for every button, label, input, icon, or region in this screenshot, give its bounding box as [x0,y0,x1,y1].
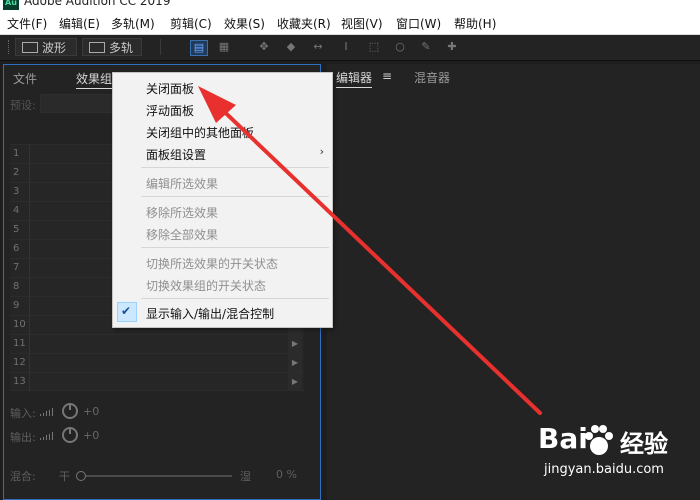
baidu-jingyan-watermark: Bai 经验 jingyan.baidu.com [538,418,688,488]
menu-view[interactable]: 视图(V) [341,15,383,32]
panel-menu-icon[interactable]: ≡ [382,69,392,83]
output-label: 输出: [10,431,36,444]
output-gain-value: +0 [83,429,100,442]
menu-window[interactable]: 窗口(W) [396,15,441,32]
multitrack-view-button[interactable]: 多轨 [82,38,142,56]
check-mark-icon: ✔ [117,302,137,322]
menu-separator [141,196,329,197]
menu-item-show-io-mix-controls[interactable]: 显示输入/输出/混合控制 [146,305,274,322]
watermark-url: jingyan.baidu.com [544,462,664,477]
panel-context-menu: 关闭面板 浮动面板 关闭组中的其他面板 面板组设置 › 编辑所选效果 移除所选效… [112,72,333,328]
slot-menu-arrow-icon[interactable]: ▶ [288,335,302,353]
output-meter-icon [40,432,54,440]
menu-item-panel-group-settings[interactable]: 面板组设置 [146,146,206,163]
toolbar-divider [160,39,161,55]
mix-value: 0 % [276,468,297,481]
baidu-paw-icon [585,425,613,455]
lasso-tool-icon[interactable]: ○ [392,40,408,54]
rack-slot[interactable]: 12 ▶ [10,353,304,372]
toolbar: 波形 多轨 ▤ ▦ ✥ ◆ ↔ I ⬚ ○ ✎ ✚ [0,35,700,61]
time-selection-icon[interactable]: I [338,40,354,54]
mix-label: 混合: [10,470,36,483]
menu-favorites[interactable]: 收藏夹(R) [277,15,331,32]
razor-tool-icon[interactable]: ◆ [283,40,299,54]
preset-label: 预设: [10,99,36,112]
rack-slot[interactable]: 13 ▶ [10,372,304,391]
mix-dry-label: 干 [59,470,70,483]
watermark-brand-left: Bai [538,422,588,455]
input-meter-icon [40,408,54,416]
mix-slider-track[interactable] [80,475,232,477]
menu-item-close-panel[interactable]: 关闭面板 [146,80,194,97]
marquee-tool-icon[interactable]: ⬚ [366,40,382,54]
tab-effects-rack[interactable]: 效果组 [76,70,113,89]
spectral-pitch-icon[interactable]: ▦ [216,40,232,54]
watermark-brand-right: 经验 [620,430,668,458]
tab-mixer[interactable]: 混音器 [414,69,450,86]
slip-tool-icon[interactable]: ↔ [310,40,326,54]
menu-separator [141,167,329,168]
spectral-frequency-icon[interactable]: ▤ [190,40,208,56]
multitrack-icon [89,42,105,53]
input-gain-knob[interactable] [62,403,78,419]
move-tool-icon[interactable]: ✥ [256,40,272,54]
input-gain-value: +0 [83,405,100,418]
menu-bar: 文件(F) 编辑(E) 多轨(M) 剪辑(C) 效果(S) 收藏夹(R) 视图(… [0,12,700,35]
toolbar-grip[interactable] [8,40,11,54]
slot-menu-arrow-icon[interactable]: ▶ [288,354,302,372]
window-title: Adobe Audition CC 2019 [24,0,171,8]
menu-edit[interactable]: 编辑(E) [59,15,100,32]
spot-healing-icon[interactable]: ✚ [444,40,460,54]
mix-wet-label: 湿 [240,470,251,483]
title-bar: Au Adobe Audition CC 2019 [0,0,700,12]
rack-slot[interactable]: 11 ▶ [10,334,304,353]
menu-clip[interactable]: 剪辑(C) [170,15,212,32]
input-label: 输入: [10,407,36,420]
menu-item-toggle-selected-effect: 切换所选效果的开关状态 [146,257,279,271]
menu-item-undock-panel[interactable]: 浮动面板 [146,102,194,119]
menu-separator [141,247,329,248]
slot-menu-arrow-icon[interactable]: ▶ [288,373,302,391]
menu-file[interactable]: 文件(F) [7,15,47,32]
menu-effects[interactable]: 效果(S) [224,15,265,32]
brush-tool-icon[interactable]: ✎ [418,40,434,54]
menu-multitrack[interactable]: 多轨(M) [111,15,155,32]
tab-files[interactable]: 文件 [13,70,37,87]
menu-item-toggle-effects-rack: 切换效果组的开关状态 [146,279,267,293]
preset-dropdown[interactable] [40,94,118,113]
menu-item-edit-selected-effect: 编辑所选效果 [146,177,219,191]
menu-item-remove-selected-effect: 移除所选效果 [146,206,219,220]
output-gain-knob[interactable] [62,427,78,443]
menu-item-remove-all-effects: 移除全部效果 [146,228,219,242]
waveform-icon [22,42,38,53]
menu-separator [141,298,329,299]
mix-slider-handle[interactable] [76,471,86,481]
tab-editor[interactable]: 编辑器 [336,69,373,88]
waveform-view-button[interactable]: 波形 [15,38,77,56]
menu-item-close-other-panels[interactable]: 关闭组中的其他面板 [146,124,254,141]
audition-logo-icon: Au [3,0,19,10]
submenu-arrow-icon: › [319,145,324,158]
menu-help[interactable]: 帮助(H) [454,15,496,32]
